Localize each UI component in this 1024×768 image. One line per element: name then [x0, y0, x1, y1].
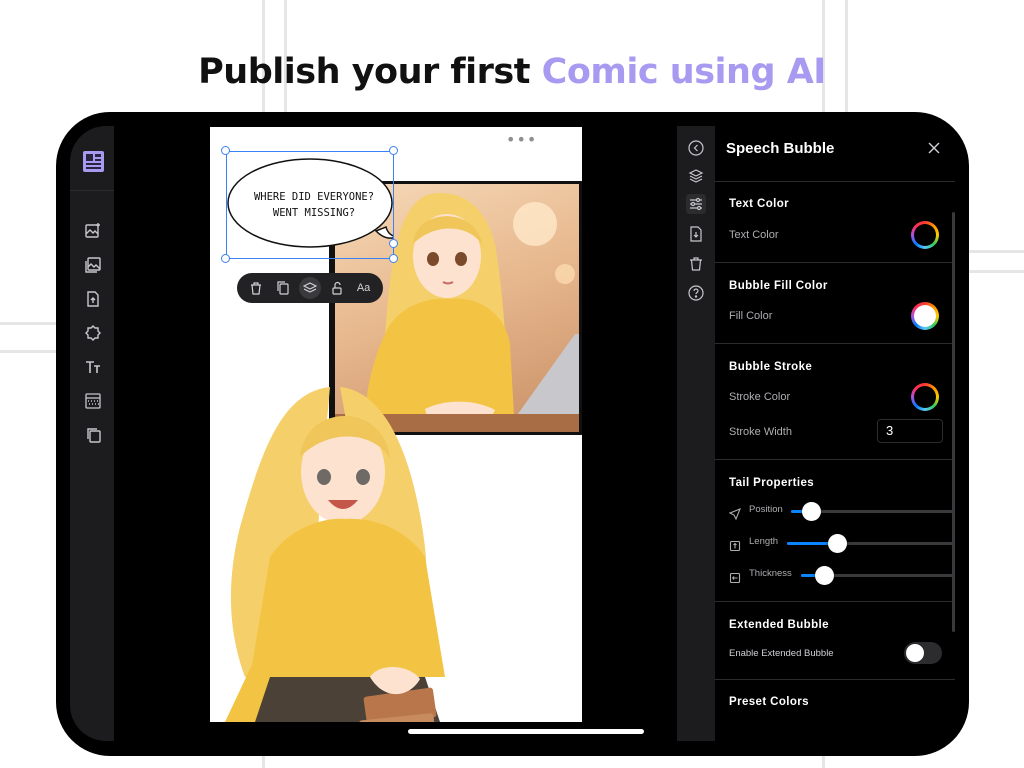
fill-color-swatch[interactable] — [911, 302, 939, 330]
trash-icon[interactable] — [686, 254, 706, 274]
font-style-button[interactable]: Aa — [353, 277, 375, 299]
divider — [715, 679, 955, 680]
unlock-icon[interactable] — [326, 277, 348, 299]
app-screen: WHERE DID EVERYONE? WENT MISSING? Aa •••… — [70, 126, 955, 741]
divider — [715, 459, 955, 460]
tail-length-slider-row: Length — [729, 533, 955, 553]
tail-thickness-label: Thickness — [749, 568, 792, 579]
badge-shape-icon[interactable] — [84, 324, 102, 342]
comic-page-canvas[interactable]: WHERE DID EVERYONE? WENT MISSING? Aa — [210, 127, 582, 722]
slider-thumb[interactable] — [828, 534, 848, 553]
length-icon — [729, 537, 741, 552]
pattern-icon[interactable] — [84, 392, 102, 410]
floating-toolbar: Aa — [237, 273, 383, 303]
pages-icon[interactable] — [84, 426, 102, 444]
upload-file-icon[interactable] — [84, 290, 102, 308]
speech-bubble-properties-panel: Speech Bubble Text Color Text Color Bubb… — [715, 126, 955, 741]
panel-scrollbar[interactable] — [952, 212, 955, 632]
tail-position-label: Position — [749, 504, 783, 515]
speech-bubble[interactable]: WHERE DID EVERYONE? WENT MISSING? — [221, 146, 398, 263]
extended-bubble-label: Enable Extended Bubble — [729, 648, 834, 659]
fill-color-label: Fill Color — [729, 310, 773, 322]
headline-text: Publish your first — [198, 52, 530, 92]
thickness-icon — [729, 569, 741, 584]
resize-handle-bottom-left[interactable] — [221, 254, 230, 263]
stroke-color-label: Stroke Color — [729, 391, 791, 403]
tail-thickness-slider-row: Thickness — [729, 565, 955, 585]
help-icon[interactable] — [686, 283, 706, 303]
back-icon[interactable] — [686, 138, 706, 158]
divider — [715, 262, 955, 263]
extended-bubble-toggle[interactable] — [904, 642, 942, 664]
tail-position-slider-row: Position — [728, 501, 955, 521]
tail-length-slider[interactable] — [787, 534, 955, 553]
text-size-icon[interactable] — [84, 358, 102, 376]
divider — [715, 181, 955, 182]
tablet-device: WHERE DID EVERYONE? WENT MISSING? Aa •••… — [56, 112, 969, 756]
export-page-icon[interactable] — [686, 224, 706, 244]
close-icon[interactable] — [927, 140, 941, 154]
resize-handle-bottom-right[interactable] — [389, 254, 398, 263]
text-color-label: Text Color — [729, 229, 779, 241]
canvas-more-menu[interactable]: ••• — [506, 130, 537, 149]
gallery-icon[interactable] — [84, 256, 102, 274]
tail-handle[interactable] — [389, 239, 398, 248]
slider-thumb[interactable] — [801, 502, 821, 521]
trash-icon[interactable] — [245, 277, 267, 299]
headline-accent-text: Comic using AI — [541, 52, 827, 92]
stroke-section-title: Bubble Stroke — [729, 361, 813, 373]
selection-box — [226, 151, 394, 259]
extended-bubble-section-title: Extended Bubble — [729, 619, 829, 631]
divider — [715, 343, 955, 344]
home-indicator — [408, 729, 644, 734]
text-color-swatch[interactable] — [911, 221, 939, 249]
stroke-width-input[interactable]: 3 — [877, 419, 943, 443]
right-icon-rail — [677, 126, 715, 741]
slider-thumb[interactable] — [815, 566, 835, 585]
preset-colors-section-title: Preset Colors — [729, 696, 809, 708]
girl-with-books-illustration — [225, 387, 445, 722]
tail-length-label: Length — [749, 536, 779, 547]
resize-handle-top-left[interactable] — [221, 146, 230, 155]
tail-section-title: Tail Properties — [729, 477, 815, 489]
stroke-width-label: Stroke Width — [729, 426, 792, 438]
panel-title: Speech Bubble — [726, 140, 835, 157]
navigation-arrow-icon — [728, 505, 741, 521]
layers-icon[interactable] — [686, 166, 706, 186]
resize-handle-top-right[interactable] — [389, 146, 398, 155]
text-color-section-title: Text Color — [729, 198, 790, 210]
duplicate-icon[interactable] — [272, 277, 294, 299]
layout-grid-icon[interactable] — [83, 151, 104, 172]
tail-position-slider[interactable] — [791, 502, 955, 521]
layers-icon[interactable] — [298, 277, 321, 299]
fill-color-section-title: Bubble Fill Color — [729, 280, 828, 292]
stroke-color-swatch[interactable] — [911, 383, 939, 411]
left-toolbar — [70, 126, 114, 741]
adjust-sliders-icon[interactable] — [686, 194, 706, 214]
divider — [715, 601, 955, 602]
tail-thickness-slider[interactable] — [801, 566, 955, 585]
toolbar-divider — [70, 190, 114, 191]
add-image-icon[interactable] — [84, 222, 102, 240]
page-headline: Publish your first Comic using AI — [0, 52, 1024, 92]
toggle-knob — [906, 644, 924, 662]
